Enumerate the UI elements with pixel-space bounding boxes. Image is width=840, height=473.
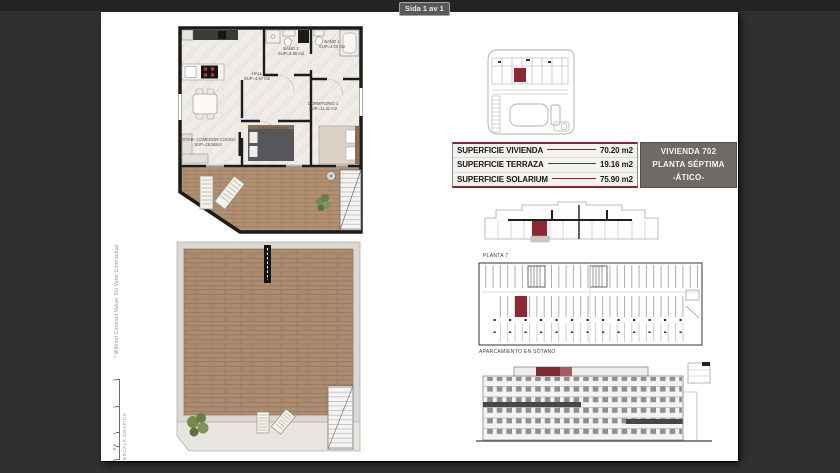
solarium-stairs	[328, 386, 353, 449]
stair-core-2	[590, 266, 607, 287]
parking-columns-row-2	[488, 332, 686, 335]
site-plan	[478, 42, 582, 140]
leader-line	[547, 149, 596, 150]
surface-row: SUPERFICIE VIVIENDA 70.20 m2	[453, 144, 637, 158]
parking-plan	[478, 262, 703, 346]
floor-key-caption: PLANTA 7	[483, 253, 508, 259]
surface-label: SUPERFICIE TERRAZA	[457, 160, 544, 169]
parking-columns-row	[488, 319, 686, 322]
scale-tick-number: 2	[112, 406, 117, 409]
elevation-right-wing	[683, 392, 697, 440]
elevation-highlighted-unit	[536, 367, 560, 376]
scale-tick-number: 0	[112, 459, 117, 462]
surface-row: SUPERFICIE TERRAZA 19.16 m2	[453, 158, 637, 172]
elevation-dark-band-2	[626, 419, 683, 424]
terrace-lounger	[200, 176, 213, 209]
oven	[218, 31, 226, 39]
parking-caption: APARCAMIENTO EN SÓTANO	[479, 349, 556, 355]
elevation-annex	[688, 362, 710, 383]
building-elevation	[476, 362, 712, 447]
stair-core-1	[528, 266, 545, 287]
scale-tick-number: 3	[112, 379, 117, 382]
surface-label: SUPERFICIE VIVIENDA	[457, 146, 543, 155]
elevation-windows	[484, 377, 682, 439]
parking-highlighted-stall	[515, 296, 527, 317]
scale-tick-number: 0.5	[112, 444, 117, 450]
unit-number: VIVIENDA 702	[641, 146, 736, 158]
floor-unit-balcony	[531, 236, 549, 242]
surface-row: SUPERFICIE SOLARIUM 75.90 m2	[453, 173, 637, 186]
cooktop	[201, 66, 218, 79]
floor-highlighted-unit	[532, 221, 547, 236]
site-walkway	[492, 90, 568, 94]
scale-tick-number: 1	[112, 432, 117, 435]
scale-ruler: 0 0.5 1 2 3	[112, 380, 120, 460]
scale-bar: 0 0.5 1 2 3 ESCALA GRAFICA	[112, 372, 127, 460]
sink	[185, 67, 196, 78]
site-building-band	[492, 58, 568, 84]
leader-line	[548, 163, 596, 164]
fridge	[182, 30, 193, 40]
site-highlighted-unit	[514, 68, 526, 82]
dining-table	[193, 94, 217, 114]
document-page: * Without Contract Value/ Sin Valor Cont…	[101, 12, 738, 461]
bed-dormitorio1	[319, 126, 359, 164]
solarium-plan	[175, 240, 362, 457]
terrace-stairs	[340, 170, 361, 230]
surface-label: SUPERFICIE SOLARIUM	[457, 175, 548, 184]
surface-value: 19.16 m2	[600, 160, 633, 169]
scale-label: ESCALA GRAFICA	[122, 372, 127, 460]
site-detail	[554, 122, 569, 131]
title-block: VIVIENDA 702 PLANTA SÉPTIMA -ÁTICO-	[640, 142, 737, 188]
floor-name: PLANTA SÉPTIMA	[641, 159, 736, 171]
bed-dormitorio2	[248, 125, 294, 161]
site-building-marks	[498, 59, 551, 63]
unit-type: -ÁTICO-	[641, 172, 736, 184]
tv	[239, 132, 242, 156]
elevation-dark-band-1	[483, 402, 581, 407]
surface-value: 70.20 m2	[600, 146, 633, 155]
floor-key-plan	[482, 198, 661, 250]
viewer-canvas: Sida 1 av 1	[0, 0, 840, 473]
skylight	[264, 245, 271, 283]
site-pool	[510, 104, 560, 126]
elevation-attic	[514, 367, 648, 376]
surface-table: SUPERFICIE VIVIENDA 70.20 m2 SUPERFICIE …	[452, 142, 638, 188]
site-stair-strip	[492, 96, 500, 132]
terrace-table	[327, 172, 336, 181]
solarium-lounger	[257, 412, 269, 433]
leader-line	[552, 178, 596, 179]
surface-value: 75.90 m2	[600, 175, 633, 184]
page-indicator: Sida 1 av 1	[399, 2, 450, 16]
disclaimer-text: * Without Contract Value/ Sin Valor Cont…	[114, 186, 120, 358]
apartment-plan	[178, 26, 363, 238]
